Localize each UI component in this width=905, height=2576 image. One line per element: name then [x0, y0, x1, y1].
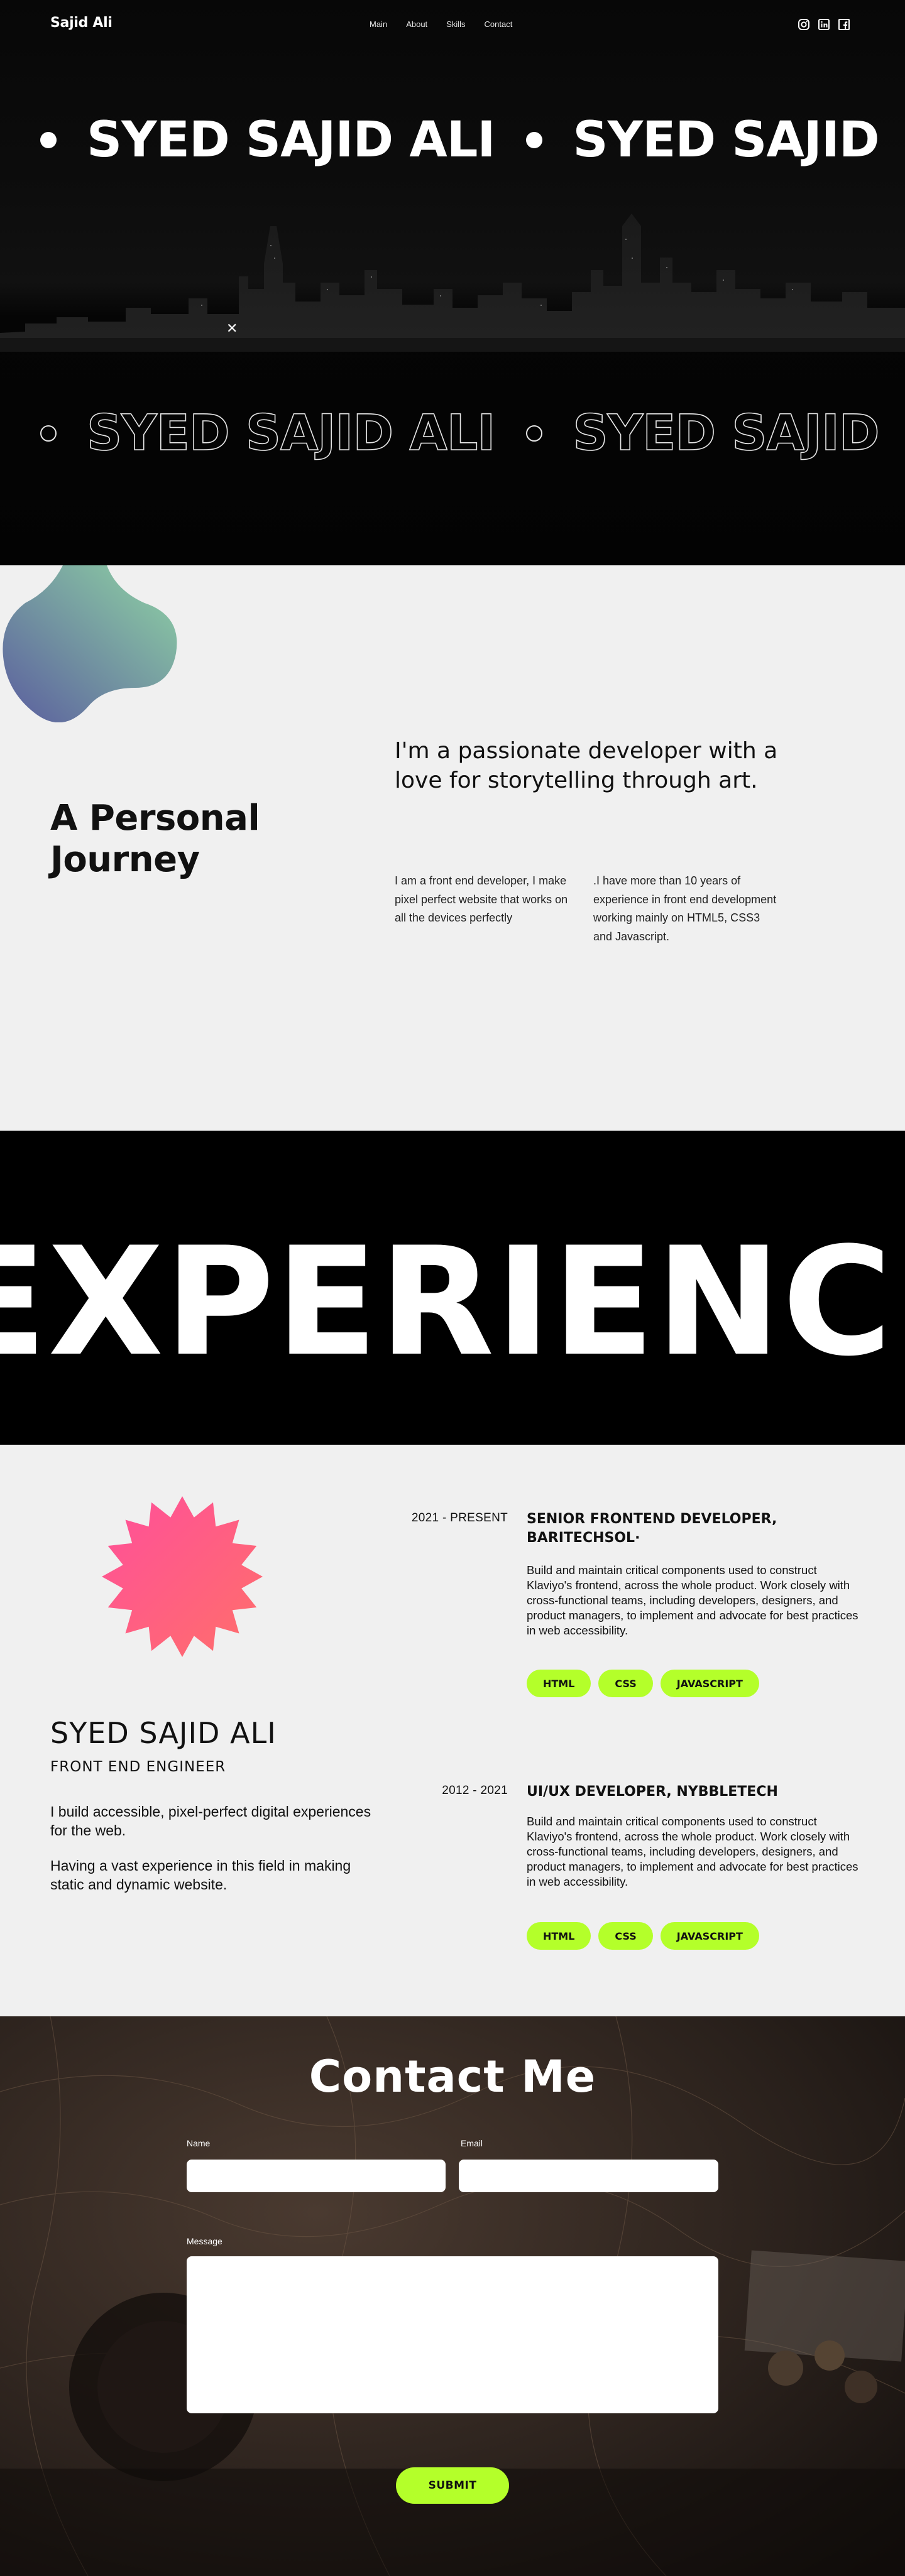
job-description: Build and maintain critical components u…: [527, 1563, 858, 1638]
journey-paragraph-2: .I have more than 10 years of experience…: [593, 874, 777, 943]
bullet-dot: [40, 132, 57, 148]
name-label: Name: [187, 2138, 211, 2148]
skill-tag[interactable]: HTML: [527, 1922, 591, 1950]
instagram-icon[interactable]: [797, 18, 811, 31]
starburst-shape: [102, 1496, 263, 1657]
about-section: A Personal Journey I'm a passionate deve…: [0, 565, 905, 1131]
job-date: 2012 - 2021: [442, 1784, 508, 1797]
job-date: 2021 - PRESENT: [411, 1511, 508, 1524]
nav-link-about[interactable]: About: [406, 19, 427, 29]
name-field[interactable]: [187, 2160, 446, 2192]
bullet-ring: [526, 425, 543, 442]
bullet-dot: [526, 132, 543, 148]
profile-role: FRONT END ENGINEER: [50, 1759, 226, 1775]
marquee-text: SYED SAJID ALI: [87, 112, 495, 168]
top-navigation: Sajid Ali Main About Skills Contact: [0, 0, 905, 50]
bullet-ring: [40, 425, 57, 442]
skill-tag[interactable]: JAVASCRIPT: [660, 1670, 759, 1697]
gradient-blob-shape: [3, 565, 177, 722]
facebook-icon[interactable]: [837, 18, 851, 31]
contact-title: Contact Me: [309, 2051, 596, 2102]
message-field[interactable]: [187, 2256, 718, 2413]
contact-section: Contact Me Name Email Message SUBMIT: [0, 2016, 905, 2576]
skill-tag[interactable]: JAVASCRIPT: [660, 1922, 759, 1950]
banner-word: EXPERIENCE: [0, 1215, 905, 1389]
marquee-outline-text: SYED SAJID ALI: [86, 405, 496, 462]
nav-link-contact[interactable]: Contact: [485, 19, 513, 29]
nav-link-main[interactable]: Main: [370, 19, 387, 29]
hero-marquee-outline: SYED SAJID ALI SYED SAJID: [38, 405, 880, 462]
job-title: SENIOR FRONTEND DEVELOPER, BARITECHSOL·: [527, 1511, 777, 1546]
marquee-outline-text-repeat: SYED SAJID: [573, 405, 880, 462]
skill-tag[interactable]: CSS: [598, 1922, 653, 1950]
skill-tags: HTML CSS JAVASCRIPT: [527, 1922, 759, 1950]
experience-banner: EXPERIENCE: [0, 1131, 905, 1445]
hero-marquee-solid: SYED SAJID ALI SYED SAJID: [38, 112, 880, 168]
skill-tags: HTML CSS JAVASCRIPT: [527, 1670, 759, 1697]
hero-section: Sajid Ali Main About Skills Contact SYED…: [0, 0, 905, 565]
skill-tag[interactable]: HTML: [527, 1670, 591, 1697]
message-label: Message: [187, 2236, 222, 2246]
nav-link-skills[interactable]: Skills: [446, 19, 465, 29]
profile-text-2: Having a vast experience in this field i…: [50, 1857, 351, 1893]
email-label: Email: [461, 2138, 483, 2148]
job-description: Build and maintain critical components u…: [527, 1815, 858, 1889]
brand-logo[interactable]: Sajid Ali: [50, 15, 112, 31]
journey-lead-text: I'm a passionate developer with a love f…: [395, 738, 778, 793]
city-skyline-image: [0, 214, 905, 352]
experience-section: SYED SAJID ALI FRONT END ENGINEER I buil…: [0, 1445, 905, 2016]
journey-paragraph-1: I am a front end developer, I make pixel…: [395, 874, 568, 925]
linkedin-icon[interactable]: [817, 18, 831, 31]
skill-tag[interactable]: CSS: [598, 1670, 653, 1697]
email-field[interactable]: [459, 2160, 718, 2192]
section-title: A Personal Journey: [50, 798, 260, 881]
job-title: UI/UX DEVELOPER, NYBBLETECH: [527, 1784, 778, 1800]
submit-button[interactable]: SUBMIT: [396, 2467, 509, 2504]
nav-links: Main About Skills Contact: [370, 19, 512, 29]
profile-name: SYED SAJID ALI: [50, 1716, 277, 1750]
marquee-text-repeat: SYED SAJID: [573, 112, 879, 168]
social-links: [797, 18, 851, 31]
cursor-icon: ✕: [226, 320, 238, 336]
profile-text-1: I build accessible, pixel-perfect digita…: [50, 1803, 371, 1839]
